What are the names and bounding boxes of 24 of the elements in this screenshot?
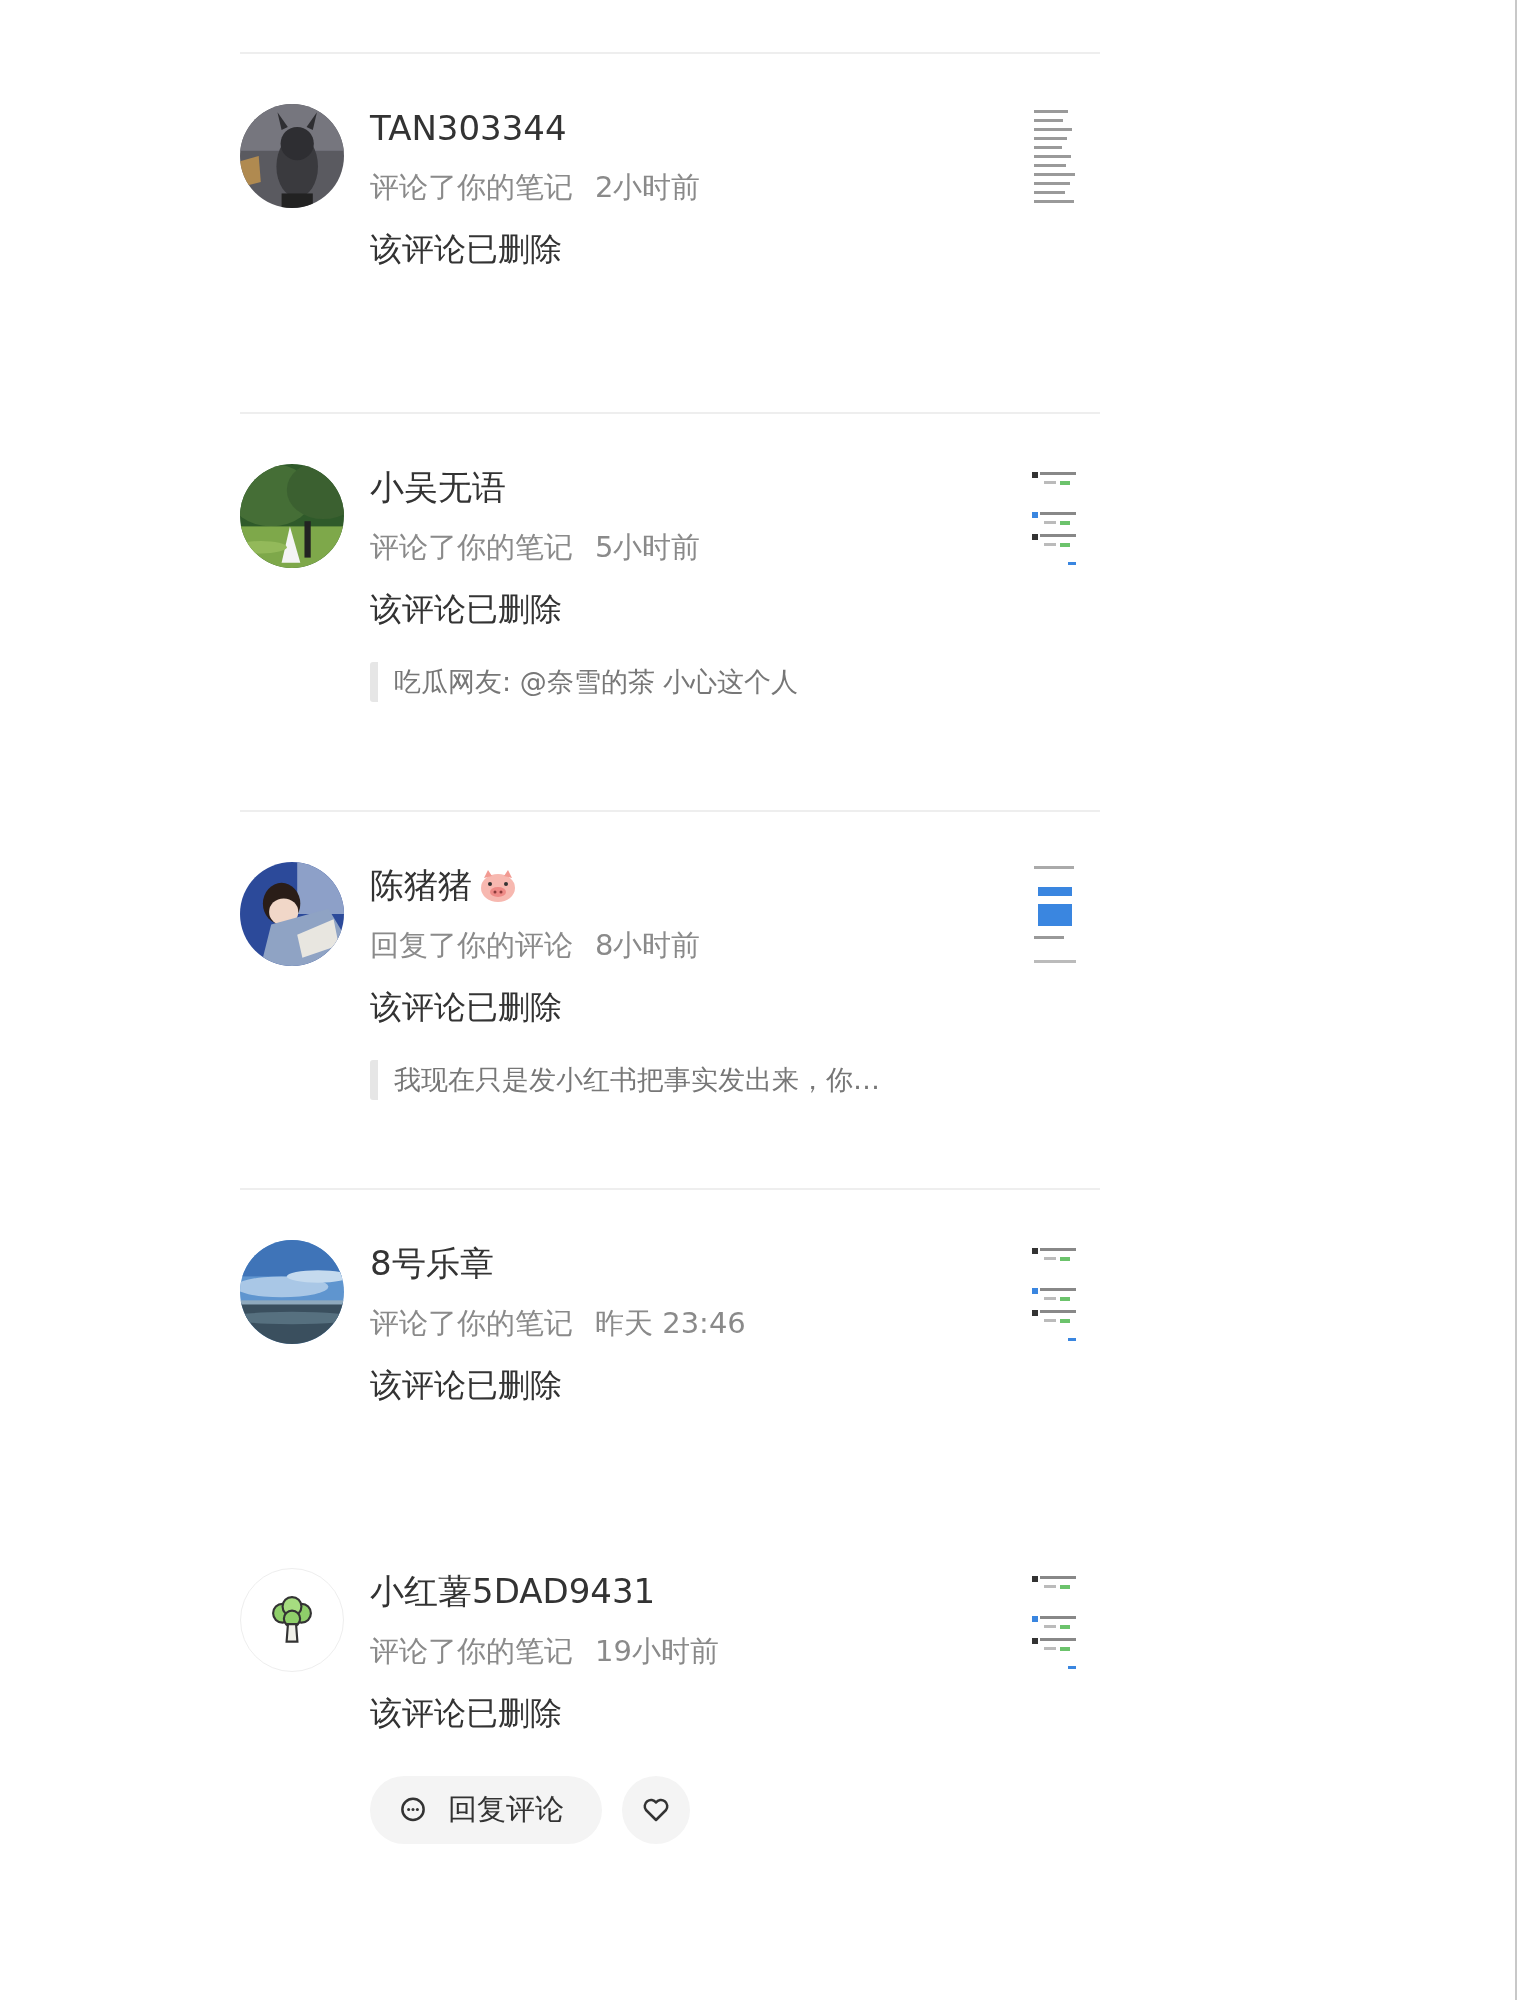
user-name[interactable]: TAN303344 (370, 108, 567, 148)
user-name[interactable]: 小吴无语 (370, 465, 506, 511)
reply-button[interactable]: 回复评论 (370, 1776, 602, 1844)
quoted-comment: 吃瓜网友: @奈雪的茶 小心这个人 (370, 662, 1030, 702)
timestamp: 2小时前 (595, 169, 701, 206)
activity-text: 评论了你的笔记 (370, 1305, 573, 1342)
timestamp: 5小时前 (595, 529, 701, 566)
timestamp: 19小时前 (595, 1633, 719, 1670)
activity-text: 评论了你的笔记 (370, 529, 573, 566)
activity-text: 评论了你的笔记 (370, 1633, 573, 1670)
comment-text: 该评论已删除 (370, 1365, 563, 1406)
comment-text: 该评论已删除 (370, 229, 563, 270)
user-name[interactable]: 小红薯5DAD9431 (370, 1569, 656, 1615)
quoted-comment: 我现在只是发小红书把事实发出来，你… (370, 1060, 1030, 1100)
timestamp: 8小时前 (595, 927, 701, 964)
timestamp: 昨天 23:46 (595, 1305, 746, 1342)
activity-text: 回复了你的评论 (370, 927, 573, 964)
comment-text: 该评论已删除 (370, 1693, 563, 1734)
comment-text: 该评论已删除 (370, 987, 563, 1028)
activity-text: 评论了你的笔记 (370, 169, 573, 206)
pig-icon (478, 868, 518, 904)
user-name[interactable]: 陈猪猪 (370, 863, 472, 909)
comment-text: 该评论已删除 (370, 589, 563, 630)
user-name[interactable]: 8号乐章 (370, 1241, 494, 1287)
